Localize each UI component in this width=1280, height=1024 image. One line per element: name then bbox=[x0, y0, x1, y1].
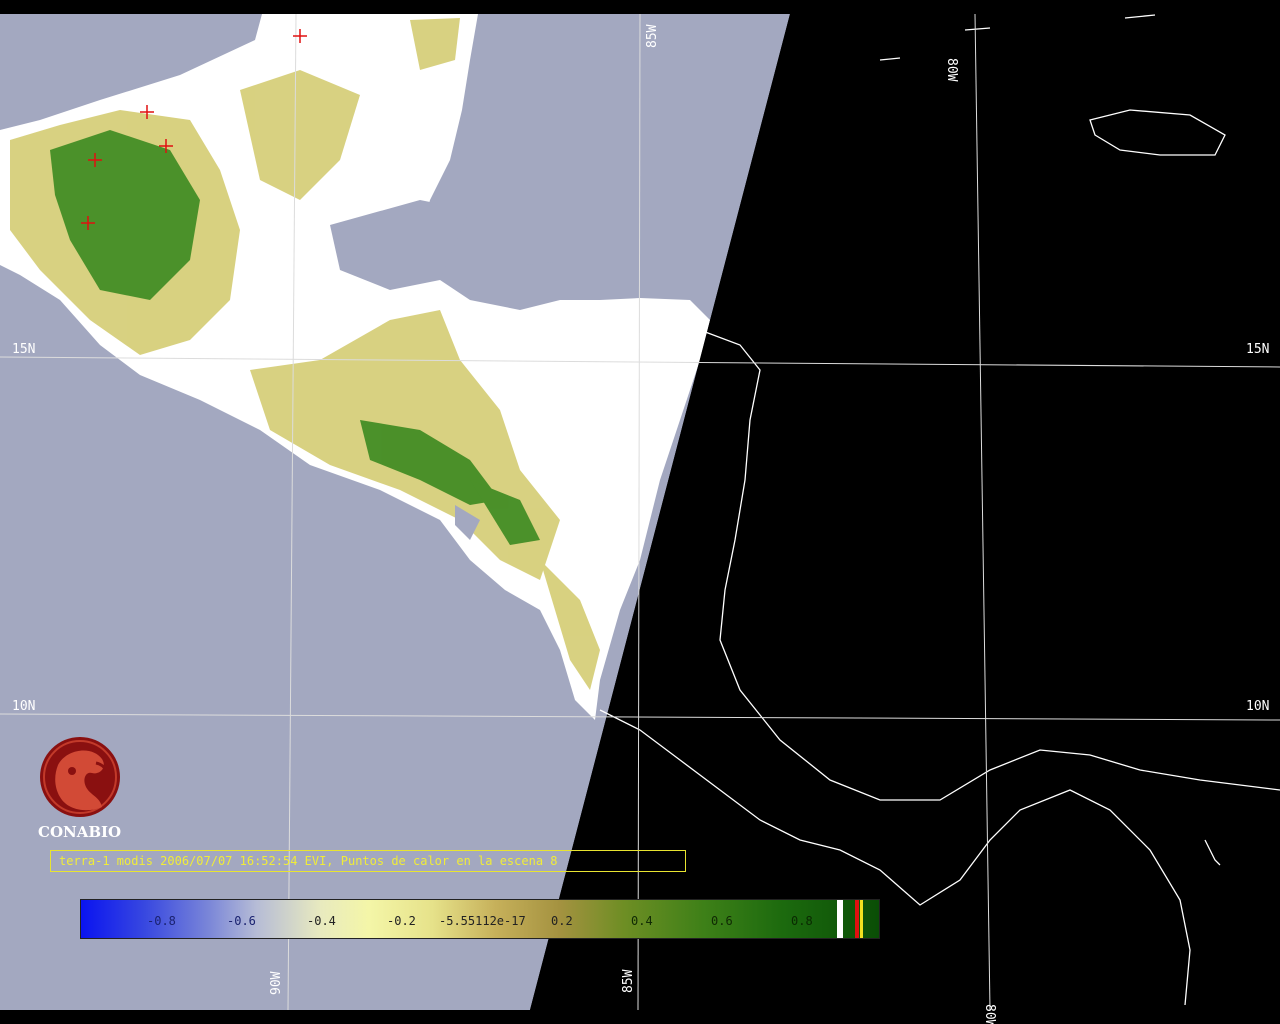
colorbar-tick: -5.55112e-17 bbox=[439, 914, 526, 928]
scene-caption: terra-1 modis 2006/07/07 16:52:54 EVI, P… bbox=[59, 854, 558, 868]
colorbar-tick: -0.8 bbox=[147, 914, 176, 928]
lon-label-80w-top: 80W bbox=[944, 58, 959, 82]
colorbar-tick: -0.4 bbox=[307, 914, 336, 928]
lon-label-85w-top: 85W bbox=[645, 24, 660, 48]
colorbar-tick: -0.2 bbox=[387, 914, 416, 928]
colorbar-tick: 0.2 bbox=[551, 914, 573, 928]
map-viewer: 85W 80W 15N 15N 10N 10N 90W 85W 80W CONA… bbox=[0, 0, 1280, 1024]
scene-caption-box: terra-1 modis 2006/07/07 16:52:54 EVI, P… bbox=[50, 850, 686, 872]
lat-label-10n-left: 10N bbox=[12, 699, 36, 714]
lat-label-15n-left: 15N bbox=[12, 342, 36, 357]
cloud-color-swatch bbox=[837, 900, 843, 938]
lon-label-80w-bottom: 80W bbox=[982, 1004, 997, 1024]
lat-label-15n-right: 15N bbox=[1246, 342, 1270, 357]
evi-colorbar: -0.8 -0.6 -0.4 -0.2 -5.55112e-17 0.2 0.4… bbox=[80, 899, 880, 939]
lon-label-85w-bottom: 85W bbox=[621, 969, 636, 993]
colorbar-tick: 0.4 bbox=[631, 914, 653, 928]
lon-label-90w-bottom: 90W bbox=[269, 971, 284, 995]
conabio-logo-text: CONABIO bbox=[38, 823, 122, 841]
fire-color-swatch bbox=[855, 900, 859, 938]
colorbar-tick: 0.6 bbox=[711, 914, 733, 928]
colorbar-tick: -0.6 bbox=[227, 914, 256, 928]
lat-label-10n-right: 10N bbox=[1246, 699, 1270, 714]
colorbar-tick: 0.8 bbox=[791, 914, 813, 928]
fire-color-swatch-yellow bbox=[860, 900, 863, 938]
